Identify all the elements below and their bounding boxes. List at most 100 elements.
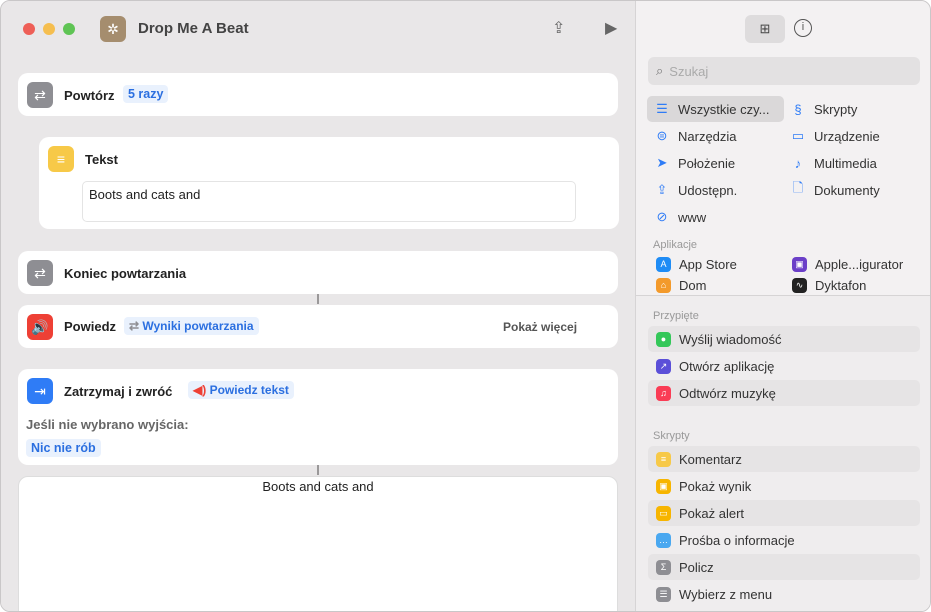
location-icon: ➤ xyxy=(656,155,668,170)
category-label: Udostępn. xyxy=(678,182,738,198)
show-more-button[interactable]: Pokaż więcej xyxy=(503,320,577,334)
category-label: Dokumenty xyxy=(814,182,880,198)
category-location[interactable]: ➤ Położenie xyxy=(654,151,736,175)
script-count[interactable]: Σ Policz xyxy=(648,554,920,580)
category-documents[interactable]: 🗋 Dokumenty xyxy=(790,178,880,202)
repeat-icon: ⇄ xyxy=(27,260,53,286)
share-icon[interactable]: ⇪ xyxy=(552,18,565,38)
action-label: Otwórz aplikację xyxy=(679,358,775,374)
app-home[interactable]: ⌂ Dom xyxy=(656,276,706,294)
repeat-action[interactable]: ⇄ Powtórz 5 razy xyxy=(18,73,618,116)
app-label: Apple...igurator xyxy=(815,256,904,272)
repeat-icon: ⇄ xyxy=(129,319,143,333)
text-label: Tekst xyxy=(85,152,118,167)
category-share[interactable]: ⇪ Udostępn. xyxy=(654,178,738,202)
app-app-store[interactable]: A App Store xyxy=(656,255,737,273)
app-label: Dyktafon xyxy=(815,277,867,293)
action-label: Policz xyxy=(679,559,714,575)
app-label: App Store xyxy=(679,256,737,272)
text-action[interactable]: ≡ Tekst Boots and cats and xyxy=(39,137,619,229)
script-comment[interactable]: ≡ Komentarz xyxy=(648,446,920,472)
action-library-icon[interactable]: ⊞ xyxy=(745,15,785,43)
pinned-open-app[interactable]: ↗ Otwórz aplikację xyxy=(648,353,920,379)
script-icon: § xyxy=(794,101,802,117)
category-device[interactable]: ▭ Urządzenie xyxy=(790,124,880,148)
close-button[interactable] xyxy=(23,23,35,35)
action-label: Odtwórz muzykę xyxy=(679,385,776,401)
category-media[interactable]: ♪ Multimedia xyxy=(790,151,877,175)
no-output-value[interactable]: Nic nie rób xyxy=(26,439,101,457)
menu-icon: ☰ xyxy=(656,586,671,602)
category-label: Wszystkie czy... xyxy=(678,101,770,117)
share-icon: ⇪ xyxy=(656,182,668,197)
end-repeat-action[interactable]: ⇄ Koniec powtarzania xyxy=(18,251,618,294)
text-input[interactable]: Boots and cats and xyxy=(82,181,576,222)
search-input[interactable]: ⌕ Szukaj xyxy=(648,57,920,85)
toggle-icon: ⊜ xyxy=(656,128,668,143)
window-title: Drop Me A Beat xyxy=(138,20,249,37)
repeat-results-token[interactable]: ⇄ Wyniki powtarzania xyxy=(124,317,259,335)
script-show-result[interactable]: ▣ Pokaż wynik xyxy=(648,473,920,499)
show-result-icon: ▣ xyxy=(656,478,671,494)
app-store-icon: A xyxy=(656,256,671,272)
stop-return-action[interactable]: ⇥ Zatrzymaj i zwróć ◀) Powiedz tekst Jeś… xyxy=(18,369,618,465)
run-play-icon[interactable]: ▶ xyxy=(605,18,617,38)
search-icon: ⌕ xyxy=(656,63,664,78)
speaker-icon: 🔊 xyxy=(27,314,53,340)
repeat-count-token[interactable]: 5 razy xyxy=(123,85,169,103)
speaker-icon: ◀) xyxy=(193,383,210,397)
pinned-heading: Przypięte xyxy=(653,310,699,322)
category-tools[interactable]: ⊜ Narzędzia xyxy=(654,124,737,148)
compass-icon: ⊘ xyxy=(656,209,668,224)
script-choose-menu[interactable]: ☰ Wybierz z menu xyxy=(648,581,920,607)
pinned-play-music[interactable]: ♫ Odtwórz muzykę xyxy=(648,380,920,406)
action-label: Prośba o informacje xyxy=(679,532,795,548)
zoom-button[interactable] xyxy=(63,23,75,35)
actions-list: Przypięte ● Wyślij wiadomość ↗ Otwórz apli… xyxy=(636,295,930,611)
music-icon: ♫ xyxy=(656,385,671,401)
category-label: www xyxy=(678,209,707,225)
repeat-icon: ⇄ xyxy=(27,82,53,108)
app-configurator[interactable]: ▣ Apple...igurator xyxy=(792,255,903,273)
category-label: Narzędzia xyxy=(678,128,737,144)
info-icon[interactable]: i xyxy=(794,19,812,37)
no-output-label: Jeśli nie wybrano wyjścia: xyxy=(26,417,189,432)
category-label: Położenie xyxy=(678,155,736,171)
action-label: Pokaż alert xyxy=(679,505,745,521)
stop-label: Zatrzymaj i zwróć xyxy=(64,384,173,399)
display-icon: ▭ xyxy=(791,128,805,143)
document-icon: 🗋 xyxy=(792,180,804,195)
alert-icon: ▭ xyxy=(656,505,671,521)
speak-label: Powiedz xyxy=(64,319,117,334)
category-scripts[interactable]: § Skrypty xyxy=(790,97,857,121)
script-show-alert[interactable]: ▭ Pokaż alert xyxy=(648,500,920,526)
speak-text-label: Powiedz tekst xyxy=(209,383,289,397)
list-icon: ☰ xyxy=(656,101,668,116)
category-label: Skrypty xyxy=(814,101,858,117)
exit-icon: ⇥ xyxy=(27,378,53,404)
search-placeholder: Szukaj xyxy=(669,63,709,79)
minimize-button[interactable] xyxy=(43,23,55,35)
category-all[interactable]: ☰ Wszystkie czy... xyxy=(654,97,769,121)
actions-sidebar: ⊞ i ⌕ Szukaj ☰ Wszystkie czy... § Skrypty … xyxy=(635,1,930,611)
action-label: Wyślij wiadomość xyxy=(679,331,782,347)
connector xyxy=(317,294,319,304)
speak-text-token[interactable]: ◀) Powiedz tekst xyxy=(188,381,294,399)
category-web[interactable]: ⊘ www xyxy=(654,205,707,229)
scripts-heading: Skrypty xyxy=(653,430,690,442)
ask-icon: … xyxy=(656,532,671,548)
message-icon: ● xyxy=(656,331,671,347)
script-ask-input[interactable]: … Prośba o informacje xyxy=(648,527,920,553)
output-panel: Boots and cats and xyxy=(18,476,618,611)
pinned-send-message[interactable]: ● Wyślij wiadomość xyxy=(648,326,920,352)
action-label: Komentarz xyxy=(679,451,742,467)
category-label: Multimedia xyxy=(814,155,877,171)
action-label: Pokaż wynik xyxy=(679,478,752,494)
end-repeat-label: Koniec powtarzania xyxy=(64,266,187,281)
apps-heading: Aplikacje xyxy=(653,239,698,251)
speak-action[interactable]: 🔊 Powiedz ⇄ Wyniki powtarzania Pokaż wię… xyxy=(18,305,618,348)
editor-pane: ✲ Drop Me A Beat ⇪ ▶ ⇄ Powtórz 5 razy ≡ … xyxy=(1,1,635,611)
repeat-label: Powtórz xyxy=(64,88,115,103)
shortcut-wand-icon[interactable]: ✲ xyxy=(100,16,126,42)
app-voice-memos[interactable]: ∿ Dyktafon xyxy=(792,276,866,294)
